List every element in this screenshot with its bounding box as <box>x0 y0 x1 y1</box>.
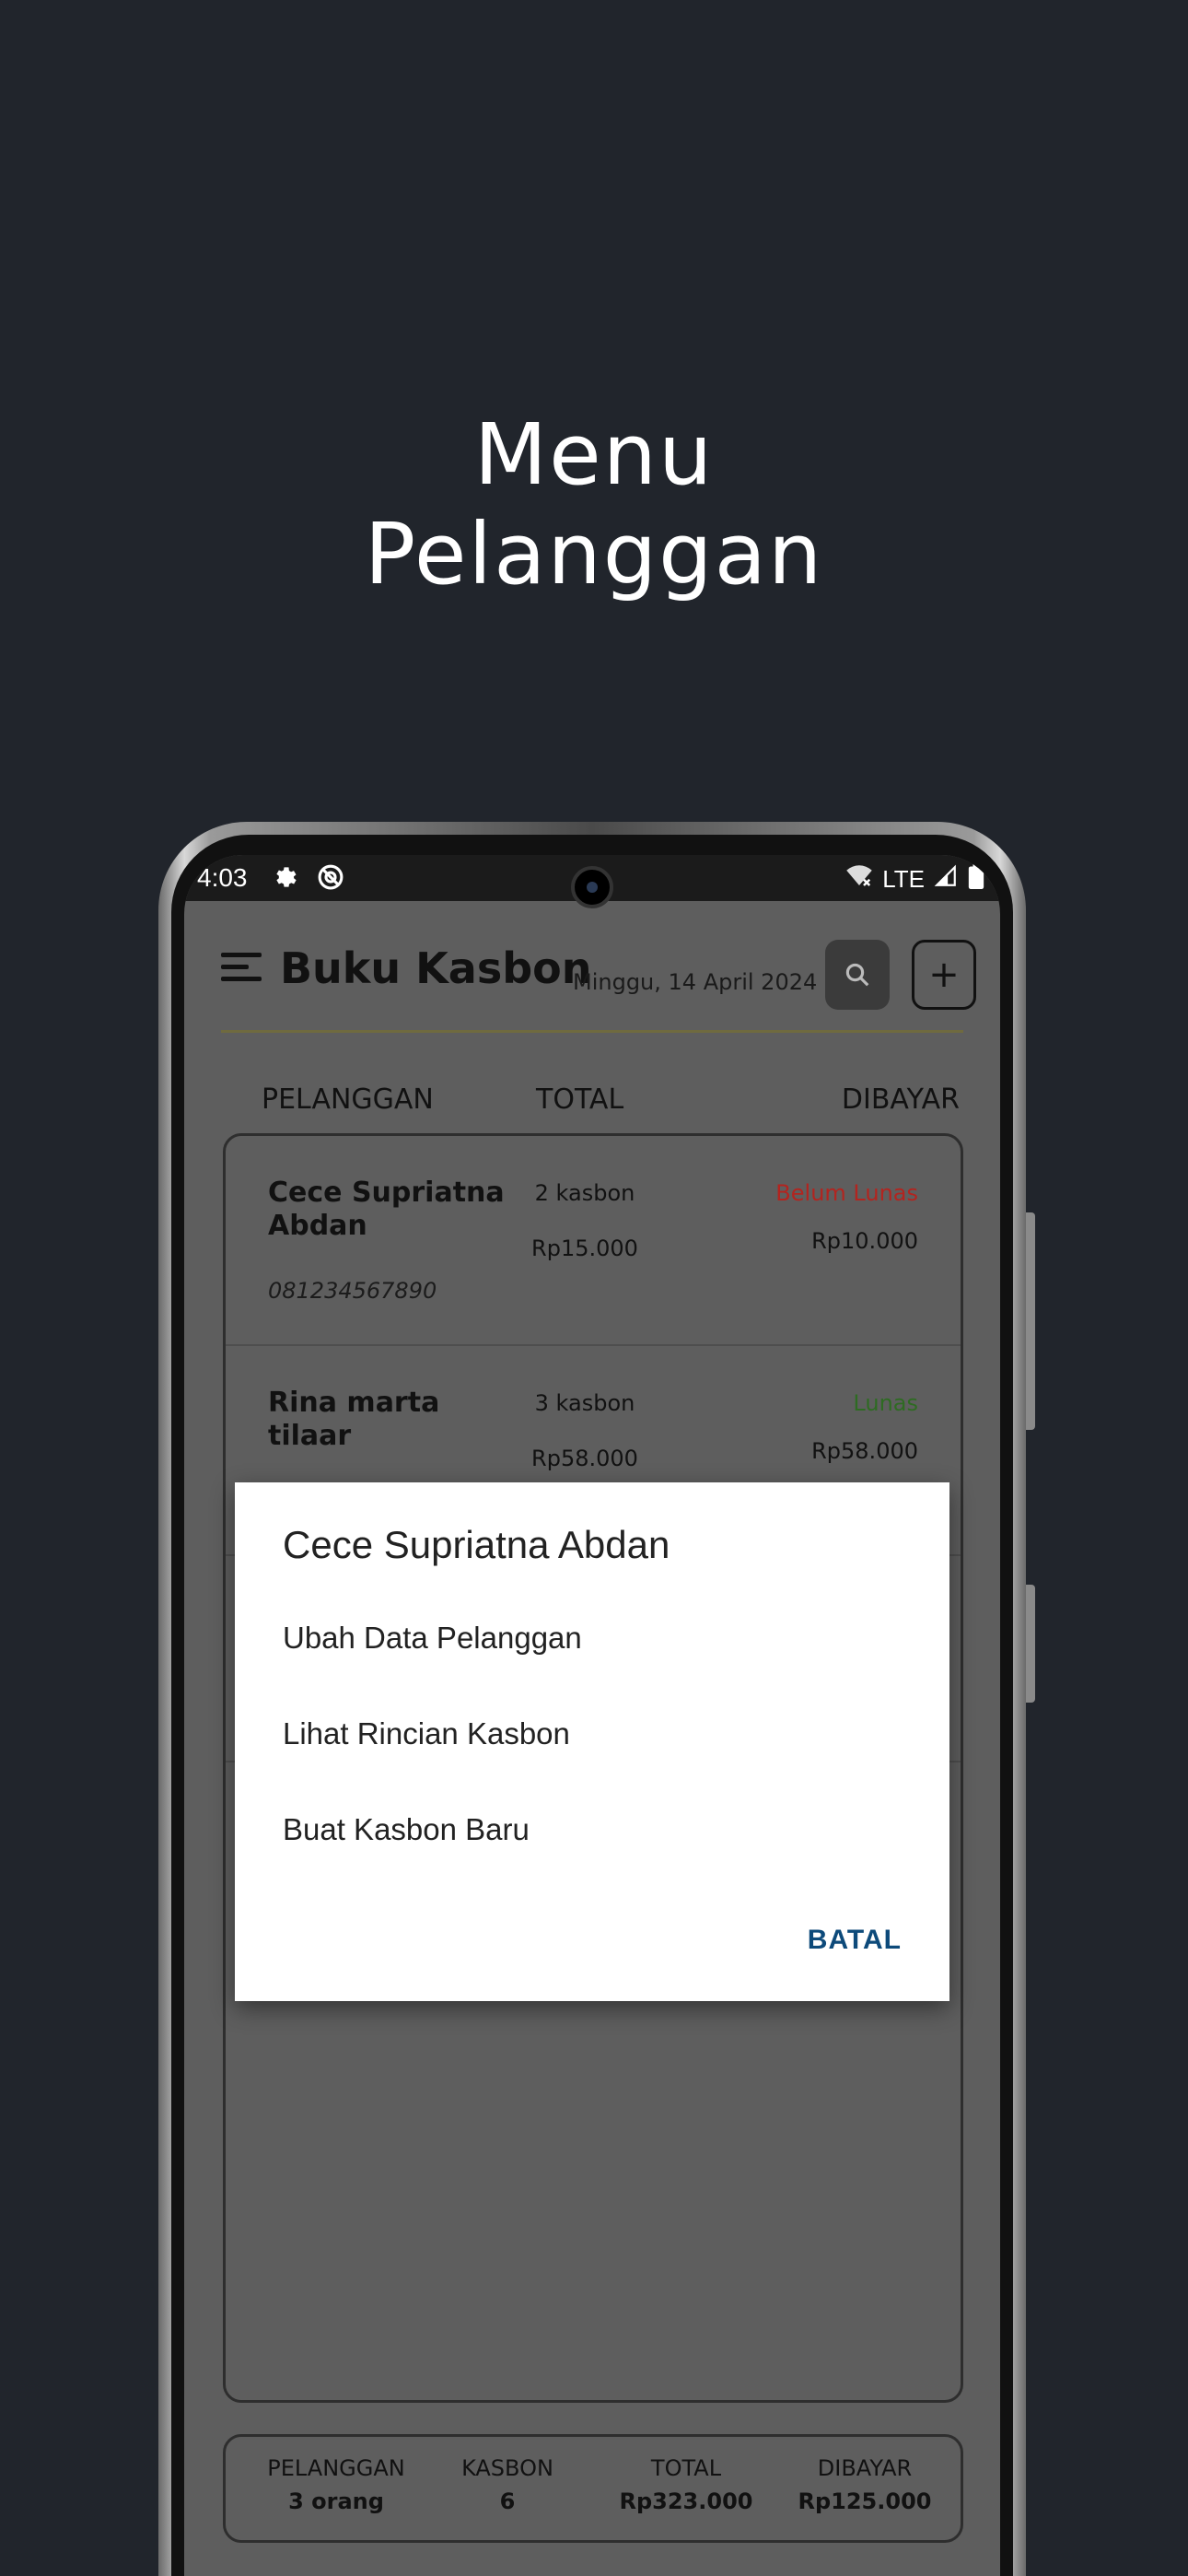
wifi-icon <box>845 864 873 895</box>
summary-kasbon: KASBON 6 <box>415 2455 600 2514</box>
summary-paid: DIBAYAR Rp125.000 <box>773 2455 957 2514</box>
signal-icon <box>934 864 958 895</box>
status-badge: Belum Lunas <box>775 1180 918 1206</box>
power-button <box>1026 1585 1035 1703</box>
gear-icon <box>273 863 300 897</box>
summary-value: 6 <box>499 2488 516 2514</box>
blocked-icon <box>317 863 344 897</box>
summary-customers: PELANGGAN 3 orang <box>244 2455 428 2514</box>
status-badge: Lunas <box>853 1390 918 1416</box>
battery-icon <box>967 863 985 896</box>
promo-title: Menu Pelanggan <box>0 405 1188 604</box>
edit-customer-option[interactable]: Ubah Data Pelanggan <box>283 1621 582 1656</box>
column-header-total: TOTAL <box>536 1083 624 1116</box>
column-header-paid: DIBAYAR <box>841 1083 960 1116</box>
summary-value: 3 orang <box>288 2488 384 2514</box>
app-date: Minggu, 14 April 2024 <box>573 969 818 995</box>
kasbon-total: Rp58.000 <box>531 1446 638 1471</box>
customer-action-dialog: Cece Supriatna Abdan Ubah Data Pelanggan… <box>235 1482 949 2001</box>
status-bar: 4:03 LTE <box>184 855 1000 908</box>
summary-label: DIBAYAR <box>817 2455 913 2481</box>
column-header-customer: PELANGGAN <box>262 1083 434 1116</box>
network-type: LTE <box>882 865 925 893</box>
kasbon-count: 2 kasbon <box>534 1180 635 1206</box>
menu-icon[interactable] <box>221 953 262 989</box>
new-kasbon-option[interactable]: Buat Kasbon Baru <box>283 1812 530 1847</box>
dialog-title: Cece Supriatna Abdan <box>283 1523 670 1566</box>
table-row[interactable]: Cece Supriatna Abdan 081234567890 2 kasb… <box>226 1136 961 1346</box>
header-divider <box>221 1030 963 1033</box>
summary-value: Rp125.000 <box>798 2488 932 2514</box>
summary-value: Rp323.000 <box>619 2488 753 2514</box>
add-customer-button[interactable]: + <box>912 940 976 1010</box>
paid-amount: Rp10.000 <box>811 1228 918 1254</box>
paid-amount: Rp58.000 <box>811 1438 918 1464</box>
summary-label: TOTAL <box>650 2455 722 2481</box>
kasbon-total: Rp15.000 <box>531 1235 638 1261</box>
cancel-button[interactable]: BATAL <box>808 1925 902 1956</box>
customer-phone: 081234567890 <box>268 1278 437 1304</box>
summary-total: TOTAL Rp323.000 <box>594 2455 778 2514</box>
volume-button <box>1026 1212 1035 1430</box>
summary-bar: PELANGGAN 3 orang KASBON 6 TOTAL Rp323.0… <box>223 2434 963 2543</box>
customer-name: Cece Supriatna Abdan <box>268 1177 505 1242</box>
search-button[interactable] <box>825 940 890 1010</box>
promo-title-line2: Pelanggan <box>364 505 824 603</box>
kasbon-count: 3 kasbon <box>534 1390 635 1416</box>
summary-label: PELANGGAN <box>267 2455 405 2481</box>
search-icon <box>845 963 869 987</box>
app-title: Buku Kasbon <box>280 943 592 993</box>
promo-title-line1: Menu <box>473 405 715 504</box>
customer-name: Rina marta tilaar <box>268 1387 440 1452</box>
summary-label: KASBON <box>461 2455 553 2481</box>
view-kasbon-details-option[interactable]: Lihat Rincian Kasbon <box>283 1716 570 1751</box>
status-time: 4:03 <box>197 863 248 892</box>
